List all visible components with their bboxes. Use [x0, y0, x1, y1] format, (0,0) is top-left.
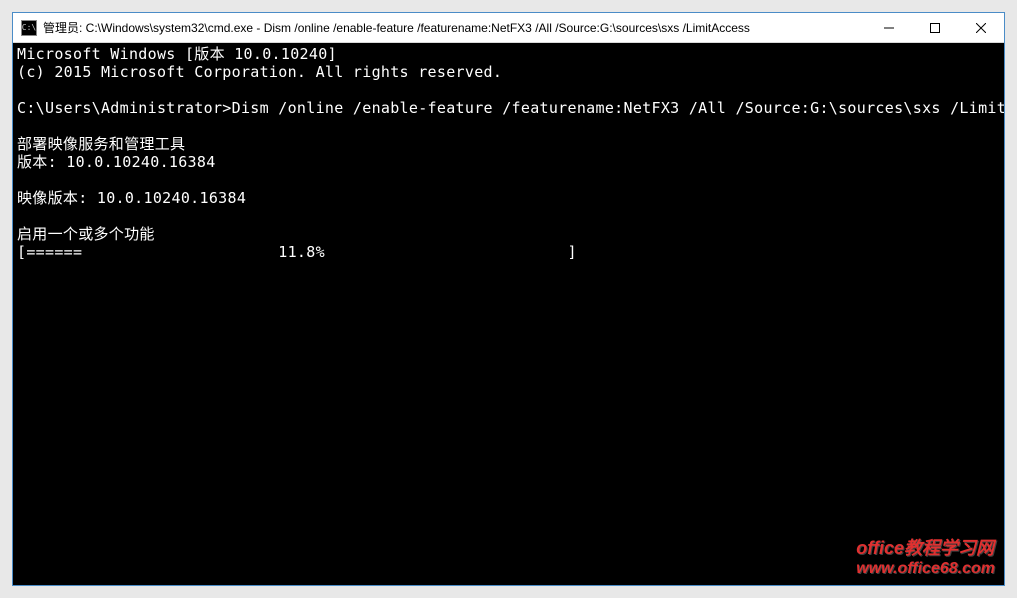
minimize-icon	[884, 23, 894, 33]
maximize-button[interactable]	[912, 13, 958, 42]
terminal-line: Microsoft Windows [版本 10.0.10240]	[17, 45, 337, 63]
minimize-button[interactable]	[866, 13, 912, 42]
terminal-line: (c) 2015 Microsoft Corporation. All righ…	[17, 63, 502, 81]
terminal-line: 启用一个或多个功能	[17, 225, 155, 243]
titlebar[interactable]: C:\ 管理员: C:\Windows\system32\cmd.exe - D…	[13, 13, 1004, 43]
terminal-output[interactable]: Microsoft Windows [版本 10.0.10240] (c) 20…	[13, 43, 1004, 585]
terminal-prompt-line: C:\Users\Administrator>Dism /online /ena…	[17, 99, 1004, 117]
terminal-line: 映像版本: 10.0.10240.16384	[17, 189, 246, 207]
terminal-progress: [====== 11.8% ]	[17, 243, 586, 261]
cmd-icon: C:\	[21, 20, 37, 36]
window-title: 管理员: C:\Windows\system32\cmd.exe - Dism …	[43, 19, 866, 36]
terminal-line: 版本: 10.0.10240.16384	[17, 153, 216, 171]
close-button[interactable]	[958, 13, 1004, 42]
terminal-line: 部署映像服务和管理工具	[17, 135, 185, 153]
cmd-window: C:\ 管理员: C:\Windows\system32\cmd.exe - D…	[12, 12, 1005, 586]
close-icon	[976, 23, 986, 33]
maximize-icon	[930, 23, 940, 33]
window-controls	[866, 13, 1004, 42]
